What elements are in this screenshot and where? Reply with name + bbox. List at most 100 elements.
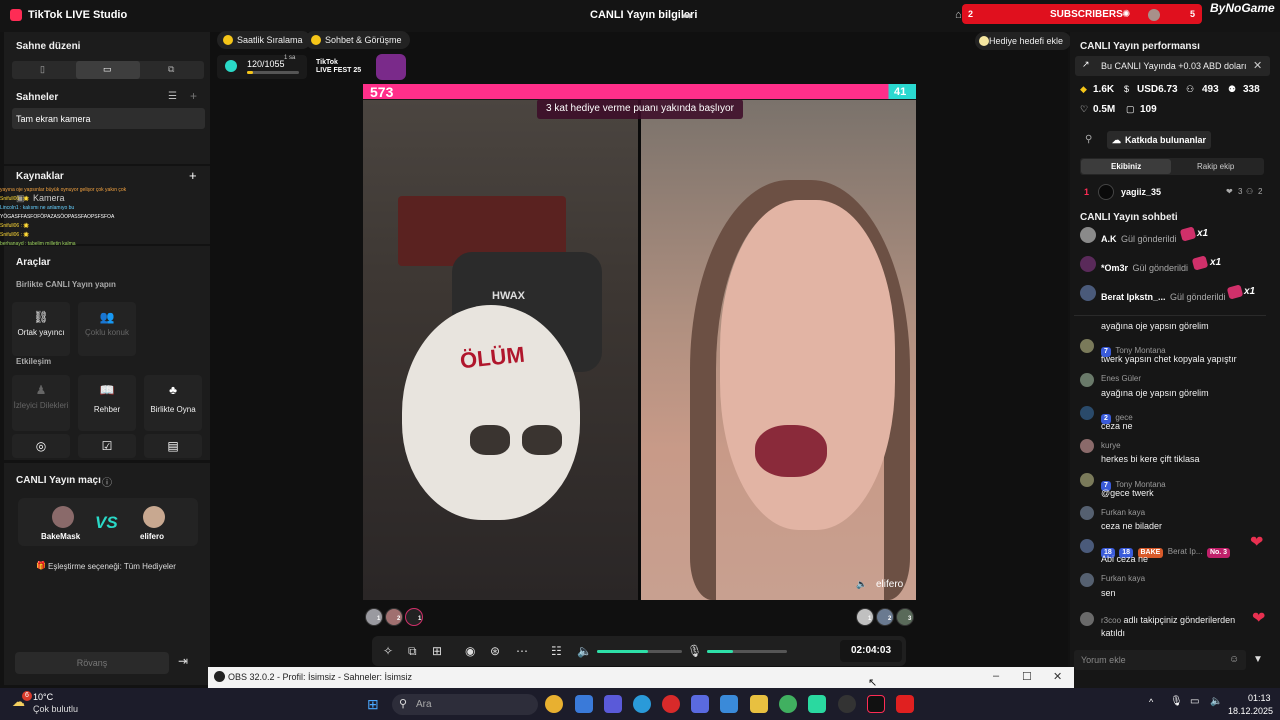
chat-message: ayağına oje yapsın görelim (1101, 321, 1209, 331)
checklist-icon: ☑ (101, 439, 113, 453)
mask-eye (522, 425, 562, 455)
microphone-icon[interactable]: 🎙 (687, 644, 702, 658)
scenes-title: Sahneler (16, 92, 59, 103)
tool-label: Birlikte Oyna (150, 405, 196, 414)
chrome-icon[interactable] (545, 695, 563, 713)
add-scene-icon[interactable]: + (190, 89, 197, 103)
more-icon[interactable]: ⋯ (516, 644, 528, 658)
file-manager-icon[interactable] (575, 695, 593, 713)
share-icon[interactable]: ➦ (682, 8, 693, 24)
speaker-icon[interactable]: 🔈 (856, 579, 867, 590)
avatar (1098, 184, 1114, 200)
screen-capture-icon[interactable]: ⊞ (432, 644, 442, 658)
network-icon[interactable]: ▭ (1190, 696, 1199, 707)
play-together-tile[interactable]: ♣ Birlikte Oyna (144, 375, 202, 431)
browser-icon[interactable] (779, 695, 797, 713)
magic-wand-icon[interactable]: ✧ (383, 644, 393, 658)
emoji-icon[interactable]: ☺ (1229, 654, 1239, 665)
obs-window-title: OBS 32.0.2 - Profil: İsimsiz - Sahneler:… (228, 672, 413, 682)
gift-goal-chip[interactable]: Hediye hedefi ekle (975, 32, 1072, 50)
subscribers-count-right: 5 (1190, 9, 1196, 19)
list-icon[interactable]: ☰ (168, 91, 177, 102)
opera-icon[interactable] (662, 695, 680, 713)
person-add-icon[interactable]: ⚲ (1085, 134, 1092, 145)
hourly-ranking-chip[interactable]: Saatlik Sıralama (217, 31, 311, 49)
obs-icon[interactable] (838, 695, 856, 713)
clock-time[interactable]: 01:13 (1248, 693, 1271, 703)
rematch-button[interactable]: Rövanş (15, 652, 169, 674)
help-icon[interactable]: ⓘ (102, 474, 112, 489)
tiktok-icon[interactable] (867, 695, 885, 713)
chat-username[interactable]: Furkan kaya (1101, 574, 1145, 583)
settings-sliders-icon[interactable]: ☷ (551, 644, 562, 658)
exit-match-icon[interactable]: ⇥ (178, 654, 188, 668)
close-icon[interactable]: ✕ (1053, 670, 1062, 683)
close-icon[interactable]: ✕ (1253, 59, 1262, 72)
chevron-up-icon[interactable]: ^ (1149, 697, 1153, 707)
app-icon[interactable] (808, 695, 826, 713)
maximize-icon[interactable]: ☐ (1022, 670, 1032, 683)
chat-username[interactable]: Furkan kaya (1101, 508, 1145, 517)
fest-line: LIVE FEST 25 (316, 67, 362, 74)
filter-icon[interactable]: ▼ (1253, 654, 1263, 665)
overlay-chat-line: Snifull06 : 🌟 (0, 232, 30, 238)
clock-date[interactable]: 18.12.2025 (1228, 706, 1273, 716)
add-source-icon[interactable]: + (189, 168, 197, 183)
gift-count: x1 (1197, 228, 1209, 239)
avatar (1080, 539, 1094, 553)
co-host-tile[interactable]: ⛓ Ortak yayıncı (12, 302, 70, 356)
chat-username[interactable]: Enes Güler (1101, 374, 1141, 383)
wish-icon: ♟ (35, 383, 47, 397)
guide-tile[interactable]: 📖 Rehber (78, 375, 136, 431)
edge-icon[interactable] (633, 695, 651, 713)
landscape-layout-icon[interactable]: ▭ (103, 64, 112, 75)
speaker-icon[interactable]: 🔈 (1210, 696, 1222, 707)
avatar (1080, 256, 1096, 272)
effects-icon[interactable]: ⊛ (490, 644, 500, 658)
overlay-chat-line: yayına oje yapsınlar büyük oynuyor geliş… (0, 187, 127, 193)
trophy-icon (223, 35, 233, 45)
chat-username[interactable]: kurye (1101, 441, 1121, 450)
microphone-icon[interactable]: 🎙 (1170, 696, 1183, 707)
taskbar-search[interactable] (392, 694, 538, 715)
chat-username[interactable]: r3coo (1101, 616, 1121, 625)
chat-call-chip[interactable]: Sohbet & Görüşme (305, 31, 410, 49)
gift-row: A.K Gül gönderildi (1101, 229, 1177, 247)
gift-goal-icon (225, 60, 237, 72)
multi-guest-tile[interactable]: 👥 Çoklu konuk (78, 302, 136, 356)
stat-comments: 109 (1140, 104, 1157, 115)
avatar (1080, 373, 1094, 387)
viewer-wishes-tile[interactable]: ♟ İzleyici Dilekleri (12, 375, 70, 431)
tab-rival-team[interactable]: Rakip ekip (1197, 162, 1234, 171)
teams-icon[interactable] (604, 695, 622, 713)
tool-label: İzleyici Dilekleri (13, 401, 69, 410)
chat-username[interactable]: Berat Ip... (1168, 547, 1203, 556)
youtube-icon[interactable] (896, 695, 914, 713)
folder-icon[interactable] (750, 695, 768, 713)
target-icon: ◎ (35, 439, 47, 453)
edit-layout-icon[interactable]: ⧉ (408, 644, 417, 659)
volume-icon[interactable]: 🔈 (577, 644, 592, 658)
weather-desc[interactable]: Çok bulutlu (33, 704, 78, 714)
mail-icon[interactable] (720, 695, 738, 713)
heart-icon: ❤ (1250, 534, 1264, 551)
record-icon[interactable]: ◉ (465, 644, 475, 658)
contributors-button[interactable]: ☁ Katkıda bulunanlar (1107, 131, 1211, 149)
top-viewer-rank: 1 (377, 616, 381, 622)
users-icon: 👥 (99, 310, 115, 324)
tool-tile-more[interactable]: ☑ (78, 434, 136, 458)
portrait-layout-icon[interactable]: ▯ (40, 64, 45, 75)
face-shape (720, 200, 895, 530)
rotate-layout-icon[interactable]: ⧉ (168, 64, 174, 75)
fest-badge-icon[interactable] (376, 54, 406, 80)
minimize-icon[interactable]: – (993, 670, 999, 682)
tool-tile-more[interactable]: ▤ (144, 434, 202, 458)
tool-tile-more[interactable]: ◎ (12, 434, 70, 458)
contributor-name[interactable]: yagiiz_35 (1121, 187, 1161, 197)
weather-temp[interactable]: 10°C (33, 692, 53, 702)
heart-icon: ❤ (1252, 610, 1266, 627)
discord-icon[interactable] (691, 695, 709, 713)
windows-start-icon[interactable]: ⊞ (367, 696, 379, 713)
viewers-icon: ⚇ (1186, 84, 1195, 94)
home-icon[interactable]: ⌂ (955, 9, 962, 21)
